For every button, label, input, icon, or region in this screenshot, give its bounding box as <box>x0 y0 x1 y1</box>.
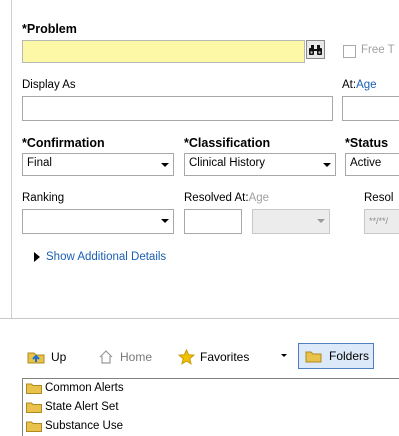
favorites-button[interactable]: Favorites <box>178 346 249 368</box>
dropdown-arrow-icon <box>161 163 169 167</box>
tree-item-label: State Alert Set <box>45 401 119 413</box>
resolved-at-unit-dropdown[interactable] <box>252 209 330 234</box>
triangle-right-icon[interactable] <box>34 252 40 262</box>
problem-label: *Problem <box>22 22 77 36</box>
free-text-checkbox[interactable] <box>343 45 356 58</box>
at-label: At: <box>342 79 357 91</box>
at-age-input[interactable] <box>342 96 399 121</box>
tree-item-label: Substance Use <box>45 420 123 432</box>
classification-value: Clinical History <box>189 157 266 169</box>
tree-item-label: Common Alerts <box>45 382 124 394</box>
confirmation-value: Final <box>27 157 52 169</box>
favorites-dropdown-arrow-icon[interactable] <box>281 354 287 357</box>
problem-input[interactable] <box>22 40 305 63</box>
folder-tree: Common Alerts State Alert Set Substance … <box>22 378 399 436</box>
show-additional-details-link[interactable]: Show Additional Details <box>46 251 166 263</box>
folders-button[interactable]: Folders <box>298 343 374 369</box>
at-age-row: At:Age <box>342 79 377 91</box>
dropdown-arrow-icon <box>317 219 325 223</box>
tree-item-common-alerts[interactable]: Common Alerts <box>26 379 124 397</box>
classification-label: *Classification <box>184 136 271 150</box>
resolved-truncated-label: Resol <box>364 192 394 204</box>
folder-icon <box>26 421 42 432</box>
at-age-link[interactable]: Age <box>356 79 376 91</box>
binoculars-icon <box>309 44 322 55</box>
folders-label: Folders <box>329 349 370 363</box>
display-as-label: Display As <box>22 79 76 91</box>
folder-icon <box>26 383 42 394</box>
favorites-label: Favorites <box>200 350 250 364</box>
resolved-at-label: Resolved At: <box>184 192 249 204</box>
up-button[interactable]: Up <box>27 346 66 368</box>
home-label: Home <box>120 350 153 364</box>
confirmation-label: *Confirmation <box>22 136 105 150</box>
ranking-label: Ranking <box>22 192 65 204</box>
folder-icon <box>26 402 42 413</box>
resolved-date-input[interactable]: **/**/ <box>364 209 399 234</box>
confirmation-dropdown[interactable]: Final <box>22 153 174 176</box>
resolved-at-row: Resolved At:Age <box>184 192 269 204</box>
up-folder-icon <box>27 352 45 364</box>
up-label: Up <box>51 350 67 364</box>
resolved-at-number-input[interactable] <box>184 209 242 234</box>
home-button[interactable]: Home <box>98 346 152 368</box>
display-as-input[interactable] <box>22 96 333 121</box>
tree-item-substance-use[interactable]: Substance Use <box>26 417 123 435</box>
star-icon <box>178 349 195 365</box>
panel-splitter[interactable] <box>0 318 399 319</box>
status-dropdown[interactable]: Active <box>345 153 399 176</box>
classification-dropdown[interactable]: Clinical History <box>184 153 336 176</box>
status-value: Active <box>350 157 382 169</box>
ranking-dropdown[interactable] <box>22 209 174 234</box>
status-label: *Status <box>345 136 389 150</box>
left-divider <box>11 0 12 318</box>
folder-icon <box>305 351 322 362</box>
search-button[interactable] <box>306 40 325 59</box>
home-icon <box>99 350 113 364</box>
resolved-at-age-link[interactable]: Age <box>249 192 269 204</box>
dropdown-arrow-icon <box>161 219 169 223</box>
dropdown-arrow-icon <box>323 163 331 167</box>
free-text-label: Free T <box>361 44 395 56</box>
tree-item-state-alert-set[interactable]: State Alert Set <box>26 398 119 416</box>
